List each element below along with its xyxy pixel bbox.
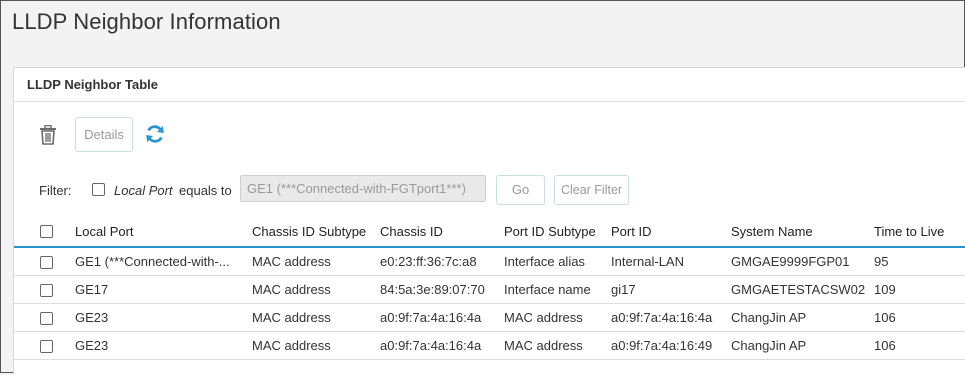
go-button[interactable]: Go xyxy=(496,175,545,205)
refresh-icon[interactable] xyxy=(145,124,165,144)
cell-chassis-id: a0:9f:7a:4a:16:4a xyxy=(380,331,504,360)
row-checkbox[interactable] xyxy=(40,256,53,269)
filter-label: Filter: xyxy=(39,183,72,198)
column-header-system-name[interactable]: System Name xyxy=(731,217,874,248)
cell-chassis-id-subtype: MAC address xyxy=(252,303,380,332)
row-checkbox[interactable] xyxy=(40,284,53,297)
cell-local-port: GE17 xyxy=(75,275,252,304)
table-row[interactable]: GE17 MAC address 84:5a:3e:89:07:70 Inter… xyxy=(14,275,965,304)
cell-chassis-id: 84:5a:3e:89:07:70 xyxy=(380,275,504,304)
cell-local-port: GE23 xyxy=(75,331,252,360)
cell-system-name: GMGAE9999FGP01 xyxy=(731,247,874,276)
cell-time-to-live: 109 xyxy=(874,275,965,304)
row-select-cell xyxy=(14,303,75,332)
cell-chassis-id: a0:9f:7a:4a:16:4a xyxy=(380,303,504,332)
table-row[interactable]: GE23 MAC address a0:9f:7a:4a:16:4a MAC a… xyxy=(14,303,965,332)
column-header-chassis-id[interactable]: Chassis ID xyxy=(380,217,504,248)
column-header-port-id[interactable]: Port ID xyxy=(611,217,731,248)
filter-field-label: Local Port xyxy=(114,183,173,198)
cell-system-name: ChangJin AP xyxy=(731,331,874,360)
lldp-neighbor-panel: LLDP Neighbor Table Details Filter: Loca… xyxy=(13,67,965,375)
select-all-checkbox[interactable] xyxy=(40,225,53,238)
table-row[interactable]: GE1 (***Connected-with-... MAC address e… xyxy=(14,247,965,276)
filter-value-select[interactable]: GE1 (***Connected-with-FGTport1***) xyxy=(240,175,486,202)
clear-filter-button[interactable]: Clear Filter xyxy=(554,175,629,205)
cell-local-port: GE1 (***Connected-with-... xyxy=(75,247,252,276)
row-select-cell xyxy=(14,331,75,360)
cell-time-to-live: 106 xyxy=(874,331,965,360)
toolbar: Details xyxy=(14,116,965,156)
page-title: LLDP Neighbor Information xyxy=(12,9,281,34)
row-checkbox[interactable] xyxy=(40,312,53,325)
table-header-row: Local Port Chassis ID Subtype Chassis ID… xyxy=(14,217,965,248)
cell-port-id: gi17 xyxy=(611,275,731,304)
cell-chassis-id-subtype: MAC address xyxy=(252,331,380,360)
filter-row: Filter: Local Port equals to GE1 (***Con… xyxy=(14,174,965,206)
column-header-local-port[interactable]: Local Port xyxy=(75,217,252,248)
trash-icon[interactable] xyxy=(39,125,57,145)
cell-chassis-id-subtype: MAC address xyxy=(252,275,380,304)
details-button[interactable]: Details xyxy=(75,117,133,152)
cell-port-id-subtype: MAC address xyxy=(504,331,611,360)
row-checkbox[interactable] xyxy=(40,340,53,353)
filter-operator-label: equals to xyxy=(179,183,232,198)
cell-system-name: GMGAETESTACSW02 xyxy=(731,275,874,304)
filter-checkbox[interactable] xyxy=(92,183,105,196)
panel-title: LLDP Neighbor Table xyxy=(14,68,965,102)
column-header-chassis-id-subtype[interactable]: Chassis ID Subtype xyxy=(252,217,380,248)
select-all-cell xyxy=(14,217,75,248)
cell-time-to-live: 95 xyxy=(874,247,965,276)
row-select-cell xyxy=(14,247,75,276)
column-header-port-id-subtype[interactable]: Port ID Subtype xyxy=(504,217,611,248)
row-select-cell xyxy=(14,275,75,304)
cell-port-id: a0:9f:7a:4a:16:49 xyxy=(611,331,731,360)
column-header-time-to-live[interactable]: Time to Live xyxy=(874,217,965,248)
cell-port-id: Internal-LAN xyxy=(611,247,731,276)
cell-port-id-subtype: Interface alias xyxy=(504,247,611,276)
neighbor-table: Local Port Chassis ID Subtype Chassis ID… xyxy=(14,217,965,360)
cell-system-name: ChangJin AP xyxy=(731,303,874,332)
cell-chassis-id: e0:23:ff:36:7c:a8 xyxy=(380,247,504,276)
table-row[interactable]: GE23 MAC address a0:9f:7a:4a:16:4a MAC a… xyxy=(14,331,965,360)
cell-port-id-subtype: Interface name xyxy=(504,275,611,304)
cell-chassis-id-subtype: MAC address xyxy=(252,247,380,276)
cell-port-id: a0:9f:7a:4a:16:4a xyxy=(611,303,731,332)
cell-time-to-live: 106 xyxy=(874,303,965,332)
cell-local-port: GE23 xyxy=(75,303,252,332)
cell-port-id-subtype: MAC address xyxy=(504,303,611,332)
